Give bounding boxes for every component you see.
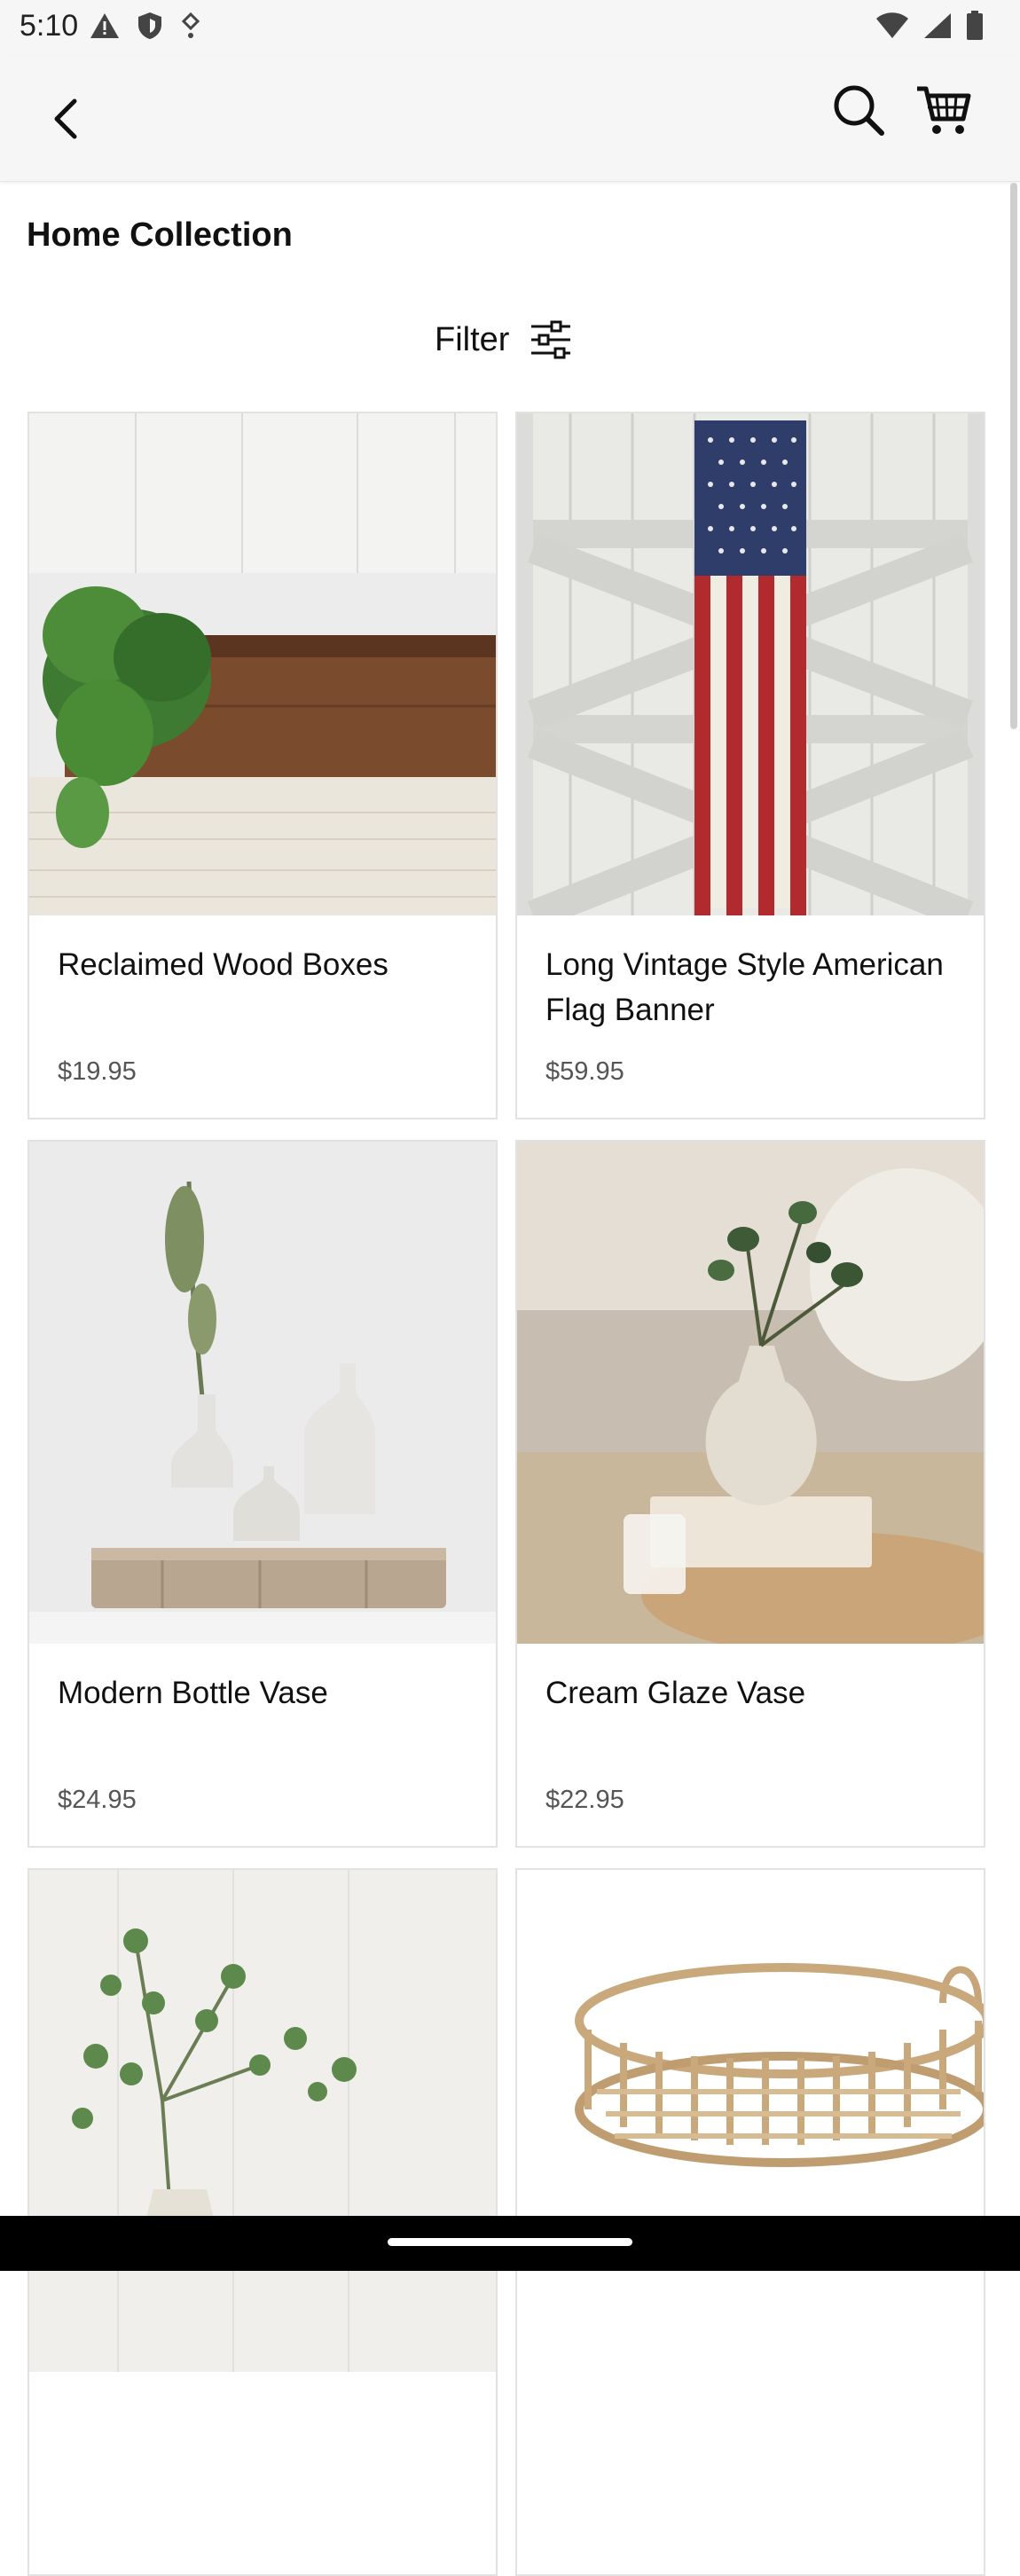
product-card[interactable]: Reclaimed Wood Boxes $19.95 bbox=[27, 412, 498, 1119]
alert-icon bbox=[90, 13, 119, 38]
product-image-woven-tray bbox=[517, 1870, 984, 2372]
product-price: $24.95 bbox=[58, 1786, 137, 1814]
product-image-flag-banner bbox=[517, 413, 984, 915]
product-name[interactable]: Long Vintage Style American Flag Banner bbox=[545, 942, 953, 1033]
product-image-plant bbox=[29, 1870, 496, 2372]
product-image[interactable] bbox=[517, 1870, 984, 2372]
product-price: $22.95 bbox=[545, 1786, 624, 1814]
product-name[interactable]: Reclaimed Wood Boxes bbox=[58, 942, 466, 987]
search-icon bbox=[834, 85, 884, 136]
product-name[interactable]: Modern Bottle Vase bbox=[58, 1670, 466, 1716]
status-time: 5:10 bbox=[20, 9, 79, 43]
product-card[interactable]: Modern Bottle Vase $24.95 bbox=[27, 1140, 498, 1848]
search-button[interactable] bbox=[830, 82, 887, 138]
shield-icon bbox=[138, 12, 161, 39]
product-name[interactable]: Cream Glaze Vase bbox=[545, 1670, 953, 1716]
page-title: Home Collection bbox=[27, 216, 293, 254]
product-image[interactable] bbox=[29, 413, 496, 915]
product-image-bottle-vase bbox=[29, 1142, 496, 1644]
cart-button[interactable] bbox=[914, 82, 976, 138]
product-image[interactable] bbox=[29, 1142, 496, 1644]
scrollbar[interactable] bbox=[1010, 183, 1017, 729]
product-card[interactable]: Cream Glaze Vase $22.95 bbox=[515, 1140, 985, 1848]
cart-icon bbox=[917, 86, 971, 134]
product-image[interactable] bbox=[517, 413, 984, 915]
status-notification-icons bbox=[89, 11, 202, 41]
filter-label: Filter bbox=[435, 320, 510, 358]
product-image-wood-box bbox=[29, 413, 496, 915]
signal-icon bbox=[924, 13, 951, 38]
download-status-icon bbox=[181, 12, 200, 38]
chevron-left-icon bbox=[54, 98, 77, 139]
status-bar: 5:10 bbox=[0, 0, 1020, 57]
product-price: $19.95 bbox=[58, 1057, 137, 1086]
battery-icon bbox=[967, 11, 983, 40]
product-image[interactable] bbox=[517, 1142, 984, 1644]
back-button[interactable] bbox=[43, 94, 92, 144]
wifi-icon bbox=[876, 12, 908, 38]
status-system-icons bbox=[875, 11, 985, 41]
home-gesture-bar[interactable] bbox=[388, 2238, 632, 2246]
product-price: $59.95 bbox=[545, 1057, 624, 1086]
product-image-cream-vase bbox=[517, 1142, 984, 1644]
product-card[interactable]: Long Vintage Style American Flag Banner … bbox=[515, 412, 985, 1119]
app-header bbox=[0, 57, 1020, 182]
sliders-icon bbox=[531, 320, 571, 359]
filter-button[interactable]: Filter bbox=[435, 310, 573, 369]
product-image[interactable] bbox=[29, 1870, 496, 2372]
